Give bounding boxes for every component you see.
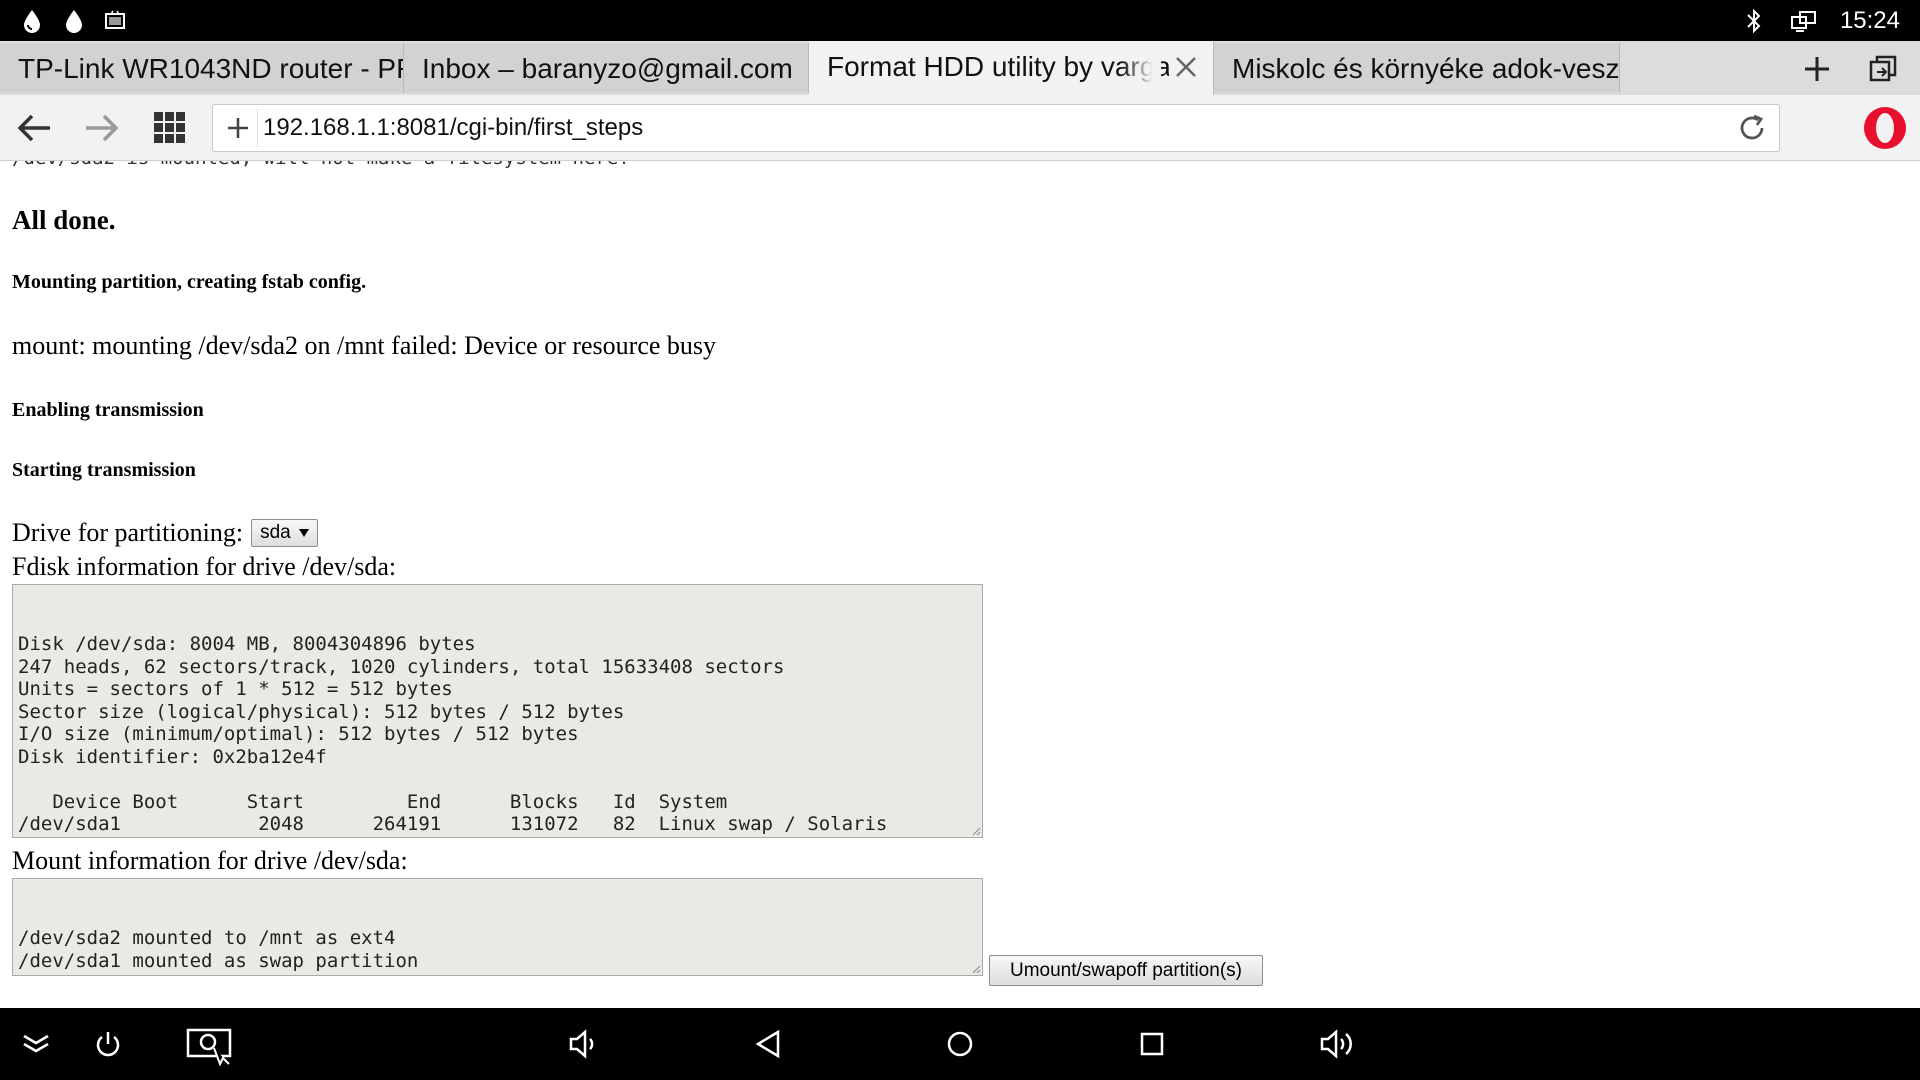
mount-info-textarea[interactable]: /dev/sda2 mounted to /mnt as ext4 /dev/s… (12, 878, 983, 976)
tab-format-hdd[interactable]: Format HDD utility by varga (809, 41, 1214, 95)
status-bar: 15:24 (0, 0, 1920, 41)
drive-select[interactable]: sda (251, 519, 318, 547)
screenshot-icon[interactable] (186, 1020, 234, 1068)
page-content: /dev/sda2 is mounted; will not make a fi… (0, 161, 1920, 1008)
tab-strip: TP-Link WR1043ND router - PR Inbox – bar… (0, 41, 1920, 95)
mount-error-message: mount: mounting /dev/sda2 on /mnt failed… (12, 331, 717, 360)
fdisk-label: Fdisk information for drive /dev/sda: (12, 552, 397, 581)
tab-title: Miskolc és környéke adok-vesz (1232, 53, 1620, 84)
mount-info-text: /dev/sda2 mounted to /mnt as ext4 /dev/s… (18, 927, 419, 972)
resize-handle-icon[interactable] (971, 964, 981, 974)
system-nav-bar (0, 1008, 1920, 1080)
multi-window-icon (1790, 7, 1818, 35)
clock: 15:24 (1839, 6, 1900, 34)
speed-dial-grid-icon[interactable] (148, 106, 192, 150)
hide-bar-icon[interactable] (12, 1020, 60, 1068)
tab-title: TP-Link WR1043ND router - PR (18, 53, 404, 84)
url-text[interactable]: 192.168.1.1:8081/cgi-bin/first_steps (263, 105, 643, 151)
tab-tplink[interactable]: TP-Link WR1043ND router - PR (0, 43, 404, 93)
drive-select-value: sda (260, 522, 291, 543)
fdisk-text: Disk /dev/sda: 8004 MB, 8004304896 bytes… (18, 633, 888, 837)
tab-title: Format HDD utility by varga (827, 51, 1171, 82)
tab-title: Inbox – baranyzo@gmail.com (422, 53, 793, 84)
drive-label: Drive for partitioning: (12, 518, 244, 547)
volume-down-icon[interactable] (558, 1020, 606, 1068)
drop-icon (18, 7, 46, 35)
resize-handle-icon[interactable] (971, 826, 981, 836)
add-to-speed-dial-icon[interactable] (219, 109, 258, 147)
home-icon[interactable] (936, 1020, 984, 1068)
back-icon[interactable] (744, 1020, 792, 1068)
drop-icon (60, 7, 88, 35)
dropdown-arrow-icon (298, 529, 309, 537)
new-tab-icon[interactable] (1795, 47, 1839, 91)
starting-heading: Starting transmission (12, 459, 196, 481)
recents-icon[interactable] (1128, 1020, 1176, 1068)
forward-arrow-icon[interactable] (80, 106, 124, 150)
mount-info-label: Mount information for drive /dev/sda: (12, 846, 408, 875)
mounting-heading: Mounting partition, creating fstab confi… (12, 271, 367, 293)
drive-selector-row: Drive for partitioning: sda (12, 518, 318, 548)
volume-up-icon[interactable] (1314, 1020, 1362, 1068)
enabling-heading: Enabling transmission (12, 399, 204, 421)
umount-swapoff-button[interactable]: Umount/swapoff partition(s) (989, 955, 1263, 986)
tab-miskolc[interactable]: Miskolc és környéke adok-vesz (1214, 43, 1620, 93)
power-icon[interactable] (84, 1020, 132, 1068)
all-done-heading: All done. (12, 205, 116, 235)
opera-menu-icon[interactable] (1862, 105, 1908, 151)
reload-icon[interactable] (1733, 109, 1771, 147)
bluetooth-icon (1740, 7, 1768, 35)
tab-fade (1121, 41, 1161, 95)
filesystem-warning: /dev/sda2 is mounted; will not make a fi… (12, 161, 630, 169)
tab-switcher-icon[interactable] (1862, 47, 1906, 91)
close-icon[interactable] (1169, 50, 1203, 84)
fdisk-textarea[interactable]: Disk /dev/sda: 8004 MB, 8004304896 bytes… (12, 584, 983, 838)
address-bar[interactable]: 192.168.1.1:8081/cgi-bin/first_steps (212, 104, 1780, 152)
tab-inbox[interactable]: Inbox – baranyzo@gmail.com (404, 43, 809, 93)
screencast-icon (102, 7, 130, 35)
back-arrow-icon[interactable] (12, 106, 56, 150)
browser-toolbar: 192.168.1.1:8081/cgi-bin/first_steps (0, 95, 1920, 161)
